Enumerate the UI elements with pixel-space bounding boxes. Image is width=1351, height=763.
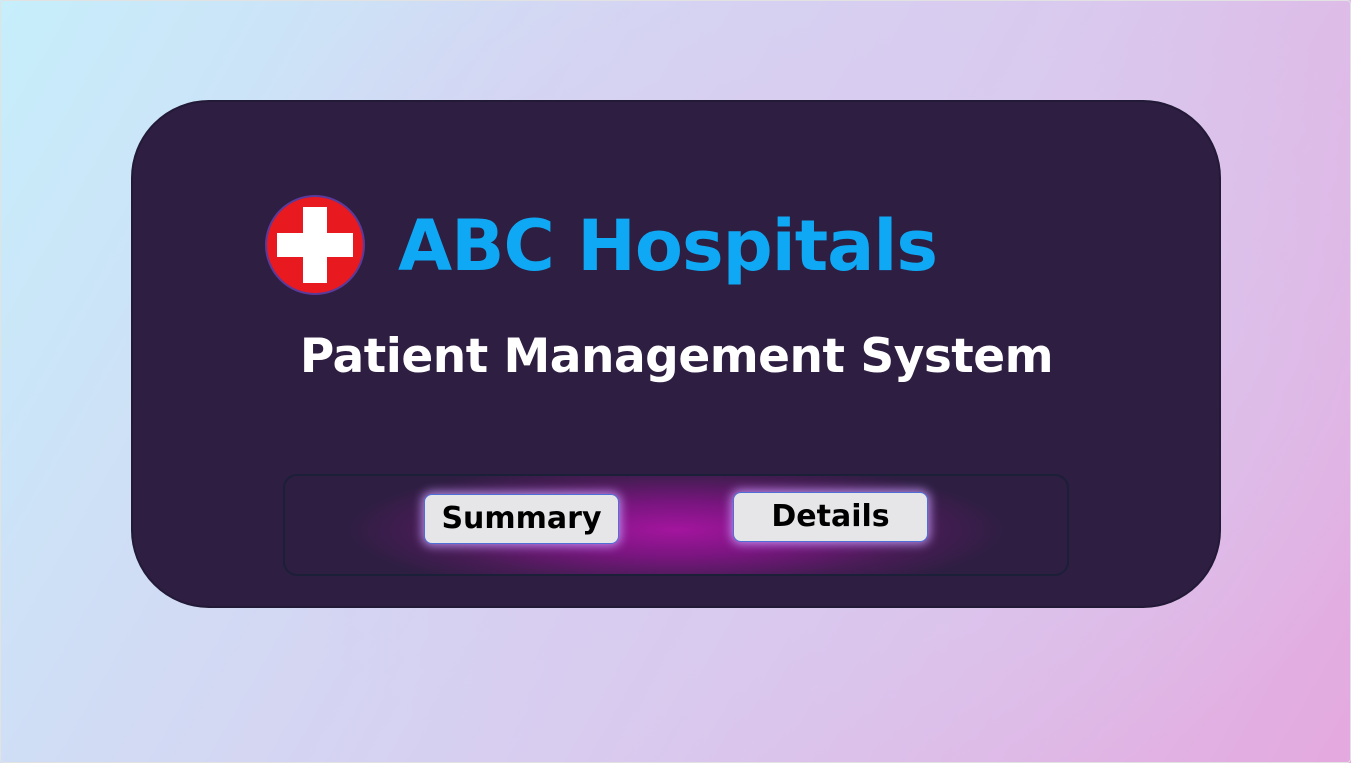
red-cross-icon <box>265 195 365 295</box>
hospital-name: ABC Hospitals <box>398 205 938 287</box>
navigation-bar <box>283 474 1069 576</box>
details-button[interactable]: Details <box>733 492 928 542</box>
system-title: Patient Management System <box>0 326 1351 388</box>
system-title-text: Patient Management System <box>299 329 1054 384</box>
summary-button[interactable]: Summary <box>424 494 619 544</box>
